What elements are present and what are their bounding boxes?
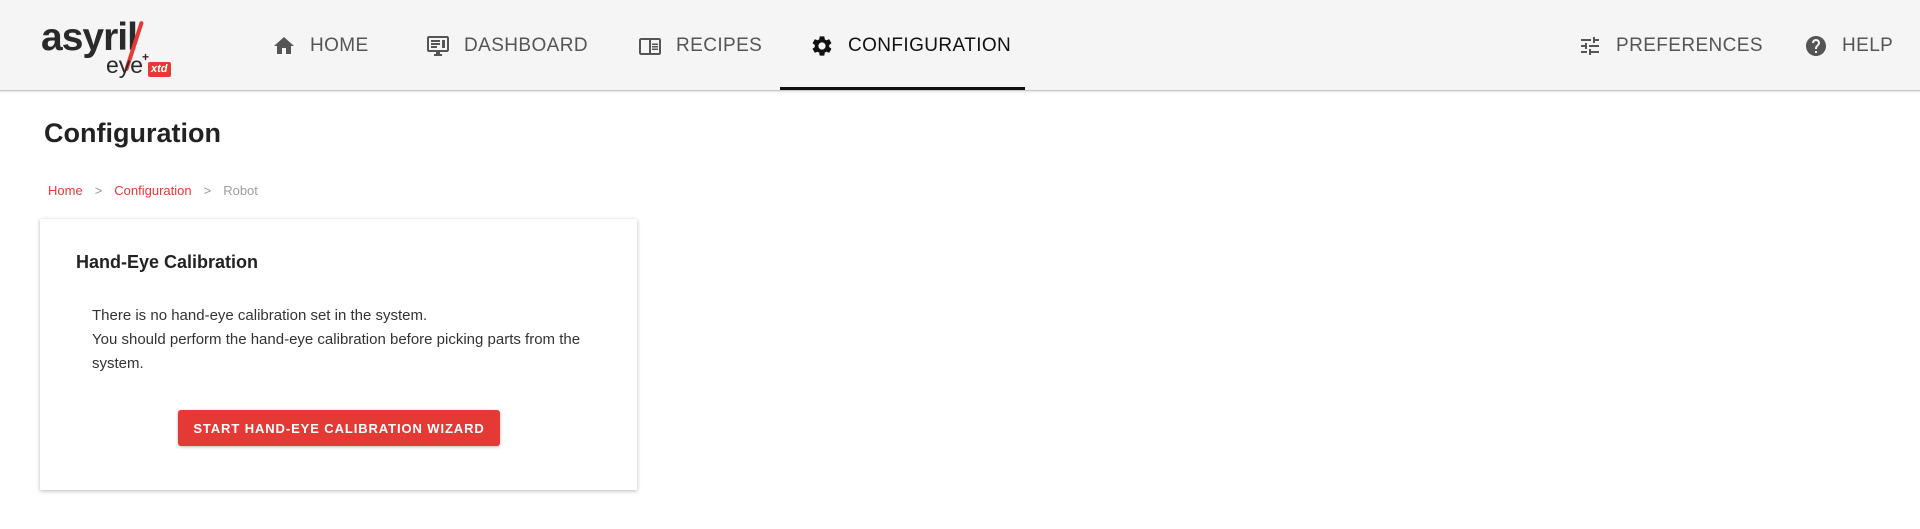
nav-dashboard[interactable]: DASHBOARD — [426, 0, 608, 91]
nav-recipes[interactable]: RECIPES — [638, 0, 782, 91]
book-icon — [639, 37, 661, 55]
breadcrumb-current: Robot — [223, 183, 258, 198]
breadcrumb-home[interactable]: Home — [48, 183, 83, 198]
nav-help-label: HELP — [1842, 34, 1894, 56]
nav-preferences-label: PREFERENCES — [1616, 34, 1763, 56]
nav-help[interactable]: HELP — [1804, 0, 1913, 91]
monitor-icon — [427, 35, 449, 56]
nav-recipes-label: RECIPES — [676, 34, 763, 56]
card-message: There is no hand-eye calibration set in … — [92, 304, 592, 376]
logo-badge: xtd — [148, 62, 171, 77]
gear-icon — [812, 35, 832, 56]
active-tab-indicator — [780, 87, 1025, 90]
hand-eye-calibration-card: Hand-Eye Calibration There is no hand-ey… — [40, 219, 637, 490]
card-message-line-2: You should perform the hand-eye calibrat… — [92, 331, 581, 372]
top-navigation-bar: asyril eye + xtd HOME DASHBOARD RECIPES … — [0, 0, 1920, 91]
help-circle-icon — [1806, 35, 1826, 56]
logo-sub: eye — [106, 52, 144, 78]
nav-dashboard-label: DASHBOARD — [464, 34, 588, 56]
breadcrumb-separator: > — [94, 183, 103, 198]
start-calibration-wizard-button[interactable]: START HAND-EYE CALIBRATION WIZARD — [178, 410, 500, 446]
nav-configuration-label: CONFIGURATION — [848, 34, 1012, 56]
sliders-icon — [1581, 36, 1599, 55]
nav-home[interactable]: HOME — [272, 0, 389, 91]
page-title: Configuration — [44, 118, 221, 148]
nav-configuration[interactable]: CONFIGURATION — [810, 0, 1031, 91]
card-title: Hand-Eye Calibration — [76, 252, 259, 272]
breadcrumb-separator: > — [203, 183, 212, 198]
breadcrumb-configuration[interactable]: Configuration — [114, 183, 191, 198]
card-message-line-1: There is no hand-eye calibration set in … — [92, 307, 428, 324]
asyril-eye-logo[interactable]: asyril eye + xtd — [40, 16, 180, 78]
nav-preferences[interactable]: PREFERENCES — [1578, 0, 1783, 91]
breadcrumb: Home > Configuration > Robot — [48, 183, 258, 198]
home-icon — [274, 36, 294, 54]
nav-home-label: HOME — [310, 34, 369, 56]
